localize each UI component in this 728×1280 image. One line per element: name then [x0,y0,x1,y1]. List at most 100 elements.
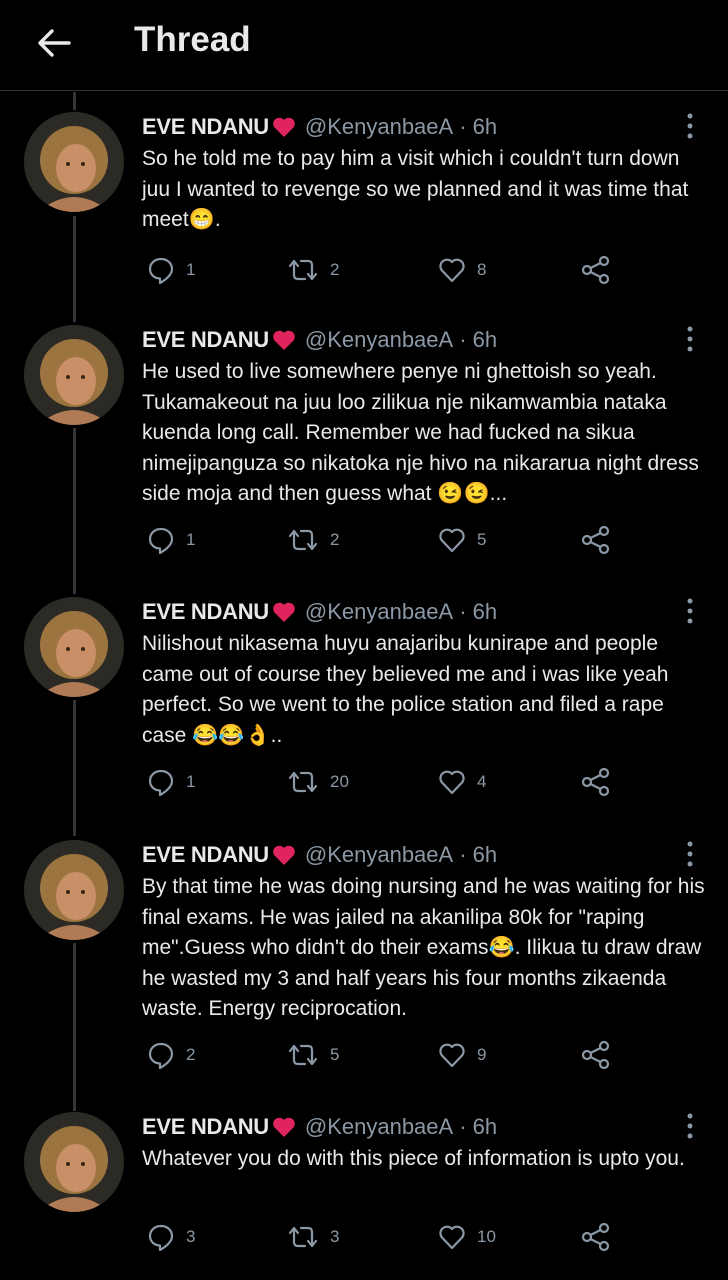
share-button[interactable] [580,520,612,560]
display-name[interactable]: EVE NDANU [142,327,269,353]
reply-icon [148,769,174,797]
tweet-actions: 1 20 4 [0,762,728,802]
back-button[interactable] [30,22,78,64]
share-icon [581,767,610,797]
like-count: 5 [477,530,487,549]
arrow-left-icon [38,29,71,57]
share-button[interactable] [580,250,612,290]
tweet-text: Nilishout nikasema huyu anajaribu kunira… [142,632,675,747]
reply-icon [148,257,174,285]
red-heart-icon [271,843,297,867]
display-name[interactable]: EVE NDANU [142,1114,269,1140]
share-icon [581,1040,610,1070]
more-vertical-icon [687,841,693,867]
avatar[interactable] [24,840,124,940]
tweet-header: EVE NDANU @KenyanbaeA · 6h [142,840,497,870]
like-count: 10 [477,1227,496,1246]
retweet-button[interactable]: 2 [286,520,339,560]
avatar[interactable] [24,597,124,697]
like-button[interactable]: 9 [437,1035,486,1075]
reply-icon [148,1224,174,1252]
share-button[interactable] [580,1217,612,1257]
tweet-header: EVE NDANU @KenyanbaeA · 6h [142,112,497,142]
retweet-icon [288,1226,318,1248]
more-vertical-icon [687,1113,693,1139]
timestamp: · 6h [459,114,498,139]
heart-outline-icon [439,1225,465,1250]
more-options-button[interactable] [676,593,704,629]
retweet-button[interactable]: 2 [286,250,339,290]
top-bar: Thread [0,0,728,91]
reply-button[interactable]: 1 [146,520,195,560]
display-name[interactable]: EVE NDANU [142,842,269,868]
like-button[interactable]: 10 [437,1217,496,1257]
heart-outline-icon [439,1043,465,1068]
tweet-actions: 1 2 5 [0,520,728,560]
more-options-button[interactable] [676,1108,704,1144]
retweet-icon [288,529,318,551]
tweet-text: Whatever you do with this piece of infor… [142,1147,685,1170]
share-icon [581,525,610,555]
reply-count: 1 [186,530,196,549]
avatar-photo [24,1112,124,1212]
reply-icon [148,527,174,555]
username-handle[interactable]: @KenyanbaeA [305,842,453,868]
avatar-photo [24,112,124,212]
reply-icon [148,1042,174,1070]
tweet-text: So he told me to pay him a visit which i… [142,147,695,231]
timestamp: · 6h [459,327,498,352]
reply-button[interactable]: 2 [146,1035,195,1075]
red-heart-icon [271,600,297,624]
red-heart-icon [271,115,297,139]
username-handle[interactable]: @KenyanbaeA [305,599,453,625]
tweet-header: EVE NDANU @KenyanbaeA · 6h [142,597,497,627]
reply-button[interactable]: 1 [146,762,195,802]
retweet-count: 2 [330,530,340,549]
retweet-icon [288,1044,318,1066]
like-button[interactable]: 8 [437,250,486,290]
timestamp: · 6h [459,842,498,867]
more-vertical-icon [687,113,693,139]
share-button[interactable] [580,1035,612,1075]
like-count: 8 [477,260,487,279]
retweet-icon [288,259,318,281]
retweet-button[interactable]: 3 [286,1217,339,1257]
heart-outline-icon [439,258,465,283]
tweet-text: By that time he was doing nursing and he… [142,875,711,1020]
tweet-header: EVE NDANU @KenyanbaeA · 6h [142,1112,497,1142]
username-handle[interactable]: @KenyanbaeA [305,114,453,140]
reply-button[interactable]: 3 [146,1217,195,1257]
avatar[interactable] [24,1112,124,1212]
more-options-button[interactable] [676,836,704,872]
more-options-button[interactable] [676,108,704,144]
reply-count: 1 [186,260,196,279]
share-icon [581,255,610,285]
display-name[interactable]: EVE NDANU [142,114,269,140]
retweet-count: 20 [330,772,349,791]
retweet-button[interactable]: 20 [286,762,349,802]
more-options-button[interactable] [676,321,704,357]
timestamp: · 6h [459,599,498,624]
retweet-button[interactable]: 5 [286,1035,339,1075]
username-handle[interactable]: @KenyanbaeA [305,1114,453,1140]
like-button[interactable]: 4 [437,762,486,802]
heart-outline-icon [439,770,465,795]
like-count: 9 [477,1045,487,1064]
like-button[interactable]: 5 [437,520,486,560]
tweet-actions: 2 5 9 [0,1035,728,1075]
avatar[interactable] [24,325,124,425]
tweet-text: He used to live somewhere penye ni ghett… [142,360,705,505]
reply-button[interactable]: 1 [146,250,195,290]
tweet-actions: 1 2 8 [0,250,728,290]
thread-connector [73,943,76,1111]
red-heart-icon [271,1115,297,1139]
retweet-count: 3 [330,1227,340,1246]
avatar[interactable] [24,112,124,212]
retweet-count: 2 [330,260,340,279]
username-handle[interactable]: @KenyanbaeA [305,327,453,353]
reply-count: 1 [186,772,196,791]
display-name[interactable]: EVE NDANU [142,599,269,625]
avatar-photo [24,597,124,697]
share-button[interactable] [580,762,612,802]
more-vertical-icon [687,326,693,352]
